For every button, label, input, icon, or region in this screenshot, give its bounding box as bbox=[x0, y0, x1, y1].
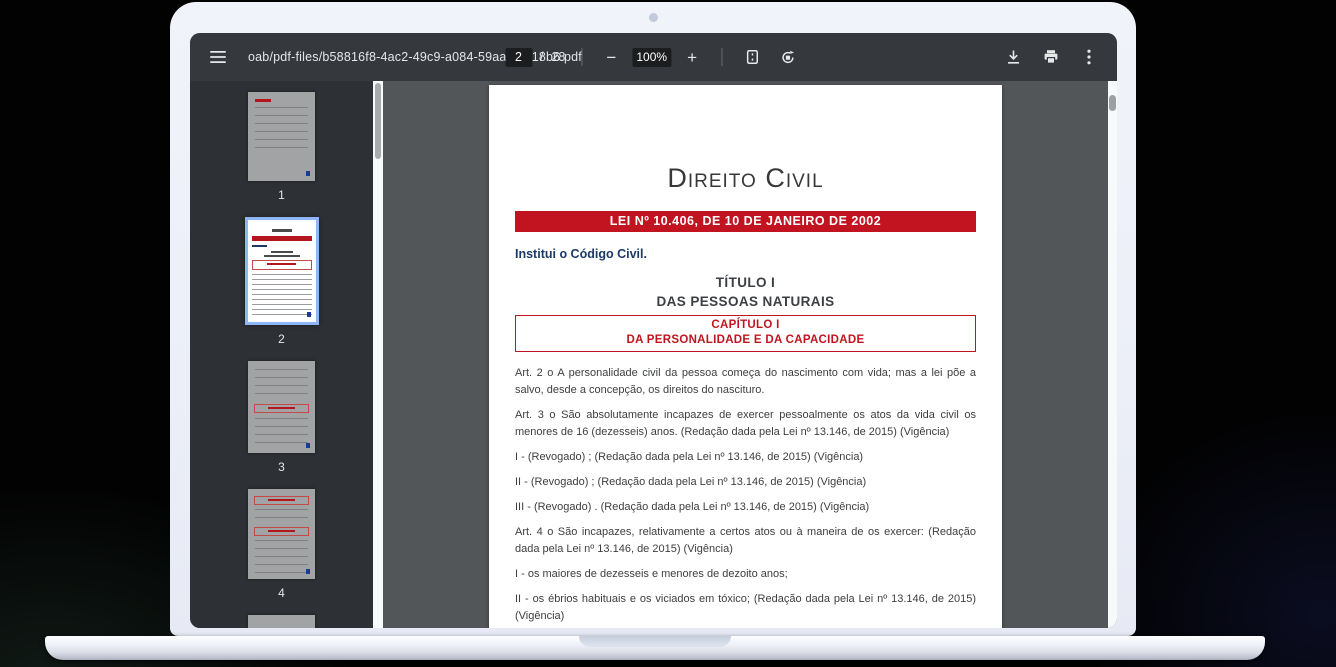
thumbnail-page-3[interactable] bbox=[248, 361, 315, 453]
toolbar-separator bbox=[581, 48, 582, 66]
thumbnail-page-2-selected[interactable] bbox=[245, 217, 319, 325]
rotate-icon[interactable] bbox=[774, 43, 802, 71]
capitulo-line1: CAPÍTULO I bbox=[516, 318, 975, 333]
paragraph-art2: Art. 2 o A personalidade civil da pessoa… bbox=[515, 365, 976, 399]
toolbar-separator bbox=[721, 48, 722, 66]
download-icon[interactable] bbox=[999, 43, 1027, 71]
paragraph-item-ii: II - (Revogado) ; (Redação dada pela Lei… bbox=[515, 474, 976, 491]
titulo-line2: DAS PESSOAS NATURAIS bbox=[515, 292, 976, 311]
sidebar-scrollbar-thumb[interactable] bbox=[375, 83, 381, 159]
webcam-dot bbox=[649, 13, 658, 22]
paragraph-item-iii: III - (Revogado) . (Redação dada pela Le… bbox=[515, 499, 976, 516]
titulo-line1: TÍTULO I bbox=[515, 273, 976, 292]
page-divider: / bbox=[540, 50, 543, 64]
article-paragraphs: Art. 2 o A personalidade civil da pessoa… bbox=[515, 365, 976, 625]
page-logo-mark bbox=[307, 312, 311, 317]
print-icon[interactable] bbox=[1037, 43, 1065, 71]
fit-to-page-icon[interactable] bbox=[738, 43, 766, 71]
thumbnail-label: 1 bbox=[278, 188, 285, 202]
sidebar-scrollbar-track[interactable] bbox=[373, 81, 383, 628]
paragraph-art4: Art. 4 o São incapazes, relativamente a … bbox=[515, 524, 976, 558]
titulo-heading: TÍTULO I DAS PESSOAS NATURAIS bbox=[515, 273, 976, 311]
page-logo-mark bbox=[306, 569, 310, 574]
viewer-content: 1 2 3 bbox=[190, 81, 1117, 628]
main-scrollbar-thumb[interactable] bbox=[1109, 95, 1116, 111]
pdf-page: Direito Civil LEI Nº 10.406, DE 10 DE JA… bbox=[489, 85, 1002, 628]
paragraph-item-i: I - (Revogado) ; (Redação dada pela Lei … bbox=[515, 449, 976, 466]
page-logo-mark bbox=[306, 443, 310, 448]
document-title: Direito Civil bbox=[515, 163, 976, 194]
paragraph-art4-i: I - os maiores de dezesseis e menores de… bbox=[515, 566, 976, 583]
thumbnail-label: 4 bbox=[278, 586, 285, 600]
pdf-viewer-window: oab/pdf-files/b58816f8-4ac2-49c9-a084-59… bbox=[190, 33, 1117, 628]
menu-icon[interactable] bbox=[204, 43, 232, 71]
thumbnail-page-1[interactable] bbox=[248, 92, 315, 181]
page-total: 28 bbox=[551, 50, 565, 64]
zoom-out-button[interactable]: − bbox=[598, 44, 624, 70]
thumbnail-label: 2 bbox=[278, 332, 285, 346]
intro-line: Institui o Código Civil. bbox=[515, 247, 976, 261]
capitulo-box: CAPÍTULO I DA PERSONALIDADE E DA CAPACID… bbox=[515, 315, 976, 352]
desktop-background: oab/pdf-files/b58816f8-4ac2-49c9-a084-59… bbox=[0, 0, 1336, 667]
thumbnail-label: 3 bbox=[278, 460, 285, 474]
thumbnail-page-4[interactable] bbox=[248, 489, 315, 579]
paragraph-art4-ii: II - os ébrios habituais e os viciados e… bbox=[515, 591, 976, 625]
paragraph-art3: Art. 3 o São absolutamente incapazes de … bbox=[515, 407, 976, 441]
page-number-input[interactable] bbox=[505, 48, 532, 67]
law-banner: LEI Nº 10.406, DE 10 DE JANEIRO DE 2002 bbox=[515, 211, 976, 232]
thumbnail-page-5-partial[interactable] bbox=[248, 615, 315, 629]
page-logo-mark bbox=[306, 171, 310, 176]
capitulo-line2: DA PERSONALIDADE E DA CAPACIDADE bbox=[516, 333, 975, 348]
document-canvas: Direito Civil LEI Nº 10.406, DE 10 DE JA… bbox=[383, 81, 1108, 628]
more-options-icon[interactable] bbox=[1075, 43, 1103, 71]
pdf-toolbar: oab/pdf-files/b58816f8-4ac2-49c9-a084-59… bbox=[190, 33, 1117, 81]
zoom-level[interactable]: 100% bbox=[632, 48, 671, 67]
laptop-base-notch bbox=[579, 636, 731, 647]
main-scrollbar-track[interactable] bbox=[1108, 81, 1117, 628]
zoom-in-button[interactable]: + bbox=[679, 44, 705, 70]
thumbnail-sidebar: 1 2 3 bbox=[190, 81, 373, 628]
